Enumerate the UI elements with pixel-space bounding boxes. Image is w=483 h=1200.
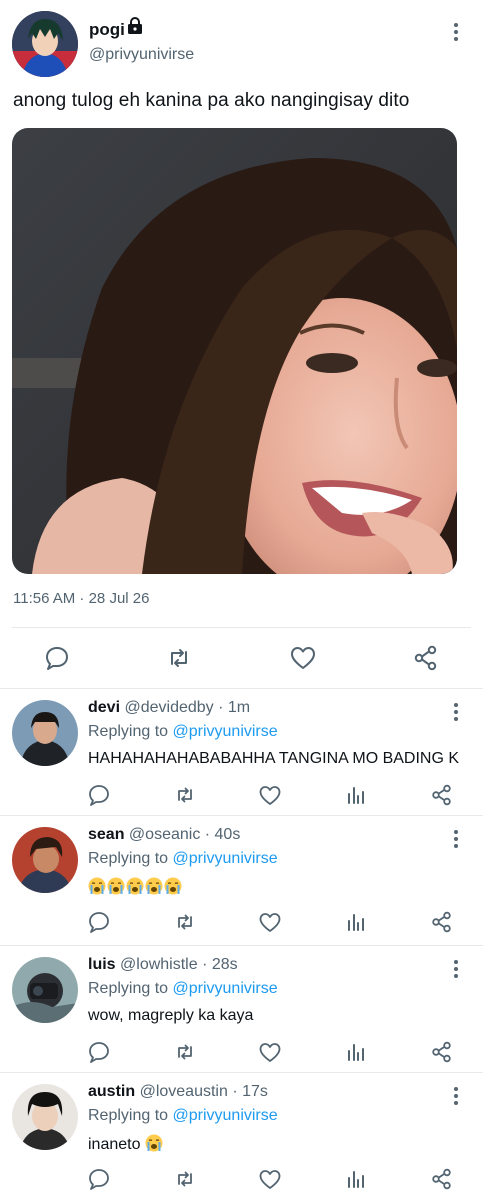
- like-icon[interactable]: [258, 1040, 282, 1064]
- tweet-text: anong tulog eh kanina pa ako nangingisay…: [13, 90, 410, 111]
- reply-time: 28s: [211, 956, 238, 973]
- tweet-timestamp: 11:56 AM · 28 Jul 26: [13, 590, 150, 607]
- reply-action-bar: [80, 1167, 483, 1195]
- author-avatar[interactable]: [12, 11, 78, 77]
- reply-text-row: inaneto: [88, 1134, 164, 1154]
- reply-action-bar: [80, 910, 483, 938]
- share-icon[interactable]: [430, 783, 454, 807]
- retweet-icon[interactable]: [173, 1167, 197, 1191]
- author-name[interactable]: pogi: [89, 20, 125, 40]
- like-icon[interactable]: [258, 1167, 282, 1191]
- share-icon[interactable]: [430, 910, 454, 934]
- share-icon[interactable]: [430, 1040, 454, 1064]
- retweet-icon[interactable]: [173, 783, 197, 807]
- reply-item[interactable]: luis @lowhistle · 28s Replying to @privy…: [0, 945, 483, 1073]
- replying-to-link[interactable]: @privyunivirse: [173, 850, 278, 867]
- replying-to-link[interactable]: @privyunivirse: [173, 723, 278, 740]
- reply-handle[interactable]: @devidedby: [124, 699, 213, 716]
- reply-meta: austin @loveaustin · 17s: [88, 1083, 268, 1100]
- author-handle[interactable]: @privyunivirse: [89, 46, 194, 64]
- reply-handle[interactable]: @loveaustin: [140, 1083, 228, 1100]
- replying-to: Replying to @privyunivirse: [88, 723, 278, 740]
- more-icon[interactable]: [448, 1085, 464, 1107]
- reply-handle[interactable]: @lowhistle: [120, 956, 198, 973]
- more-icon[interactable]: [448, 701, 464, 723]
- reply-avatar[interactable]: [12, 957, 78, 1023]
- like-icon[interactable]: [258, 783, 282, 807]
- replying-to: Replying to @privyunivirse: [88, 850, 278, 867]
- more-icon[interactable]: [447, 20, 465, 44]
- loudly-crying-face-icon: [145, 877, 163, 895]
- tweet-action-bar: [0, 630, 483, 688]
- share-icon[interactable]: [430, 1167, 454, 1191]
- retweet-icon[interactable]: [165, 644, 193, 672]
- analytics-icon[interactable]: [344, 783, 368, 807]
- reply-action-bar: [80, 1040, 483, 1068]
- analytics-icon[interactable]: [344, 1167, 368, 1191]
- like-icon[interactable]: [289, 644, 317, 672]
- reply-emoji-row: [88, 877, 183, 897]
- loudly-crying-face-icon: [164, 877, 182, 895]
- replying-to-link[interactable]: @privyunivirse: [173, 980, 278, 997]
- reply-icon[interactable]: [87, 910, 111, 934]
- retweet-icon[interactable]: [173, 1040, 197, 1064]
- reply-time: 1m: [227, 699, 251, 716]
- reply-meta: luis @lowhistle · 28s: [88, 956, 238, 973]
- tweet-header: pogi @privyunivirse: [0, 0, 483, 90]
- retweet-icon[interactable]: [173, 910, 197, 934]
- reply-name[interactable]: devi: [88, 699, 120, 716]
- loudly-crying-face-icon: [126, 877, 144, 895]
- reply-icon[interactable]: [87, 1040, 111, 1064]
- reply-meta: devi @devidedby · 1m: [88, 699, 251, 716]
- reply-meta: sean @oseanic · 40s: [88, 826, 241, 843]
- reply-icon[interactable]: [87, 1167, 111, 1191]
- analytics-icon[interactable]: [344, 1040, 368, 1064]
- loudly-crying-face-icon: [107, 877, 125, 895]
- reply-handle[interactable]: @oseanic: [129, 826, 200, 843]
- reply-name[interactable]: sean: [88, 826, 124, 843]
- like-icon[interactable]: [258, 910, 282, 934]
- reply-text: HAHAHAHAHABABAHHA TANGINA MO BADING K: [88, 750, 460, 767]
- analytics-icon[interactable]: [344, 910, 368, 934]
- more-icon[interactable]: [448, 828, 464, 850]
- reply-icon[interactable]: [87, 783, 111, 807]
- reply-time: 17s: [242, 1083, 268, 1100]
- reply-item[interactable]: devi @devidedby · 1m Replying to @privyu…: [0, 688, 483, 816]
- share-icon[interactable]: [412, 644, 440, 672]
- reply-name[interactable]: austin: [88, 1083, 135, 1100]
- reply-action-bar: [80, 783, 483, 811]
- more-icon[interactable]: [448, 958, 464, 980]
- reply-avatar[interactable]: [12, 700, 78, 766]
- loudly-crying-face-icon: [145, 1134, 163, 1152]
- replying-to-link[interactable]: @privyunivirse: [173, 1107, 278, 1124]
- reply-item[interactable]: austin @loveaustin · 17s Replying to @pr…: [0, 1072, 483, 1200]
- replying-to: Replying to @privyunivirse: [88, 1107, 278, 1124]
- reply-time: 40s: [214, 826, 241, 843]
- reply-item[interactable]: sean @oseanic · 40s Replying to @privyun…: [0, 815, 483, 943]
- divider: [12, 627, 471, 628]
- lock-icon: [128, 17, 142, 34]
- replying-to: Replying to @privyunivirse: [88, 980, 278, 997]
- reply-text: wow, magreply ka kaya: [88, 1007, 254, 1024]
- reply-avatar[interactable]: [12, 827, 78, 893]
- reply-avatar[interactable]: [12, 1084, 78, 1150]
- reply-icon[interactable]: [43, 644, 71, 672]
- tweet-photo[interactable]: [12, 128, 457, 574]
- reply-name[interactable]: luis: [88, 956, 116, 973]
- reply-text: inaneto: [88, 1136, 141, 1153]
- loudly-crying-face-icon: [88, 877, 106, 895]
